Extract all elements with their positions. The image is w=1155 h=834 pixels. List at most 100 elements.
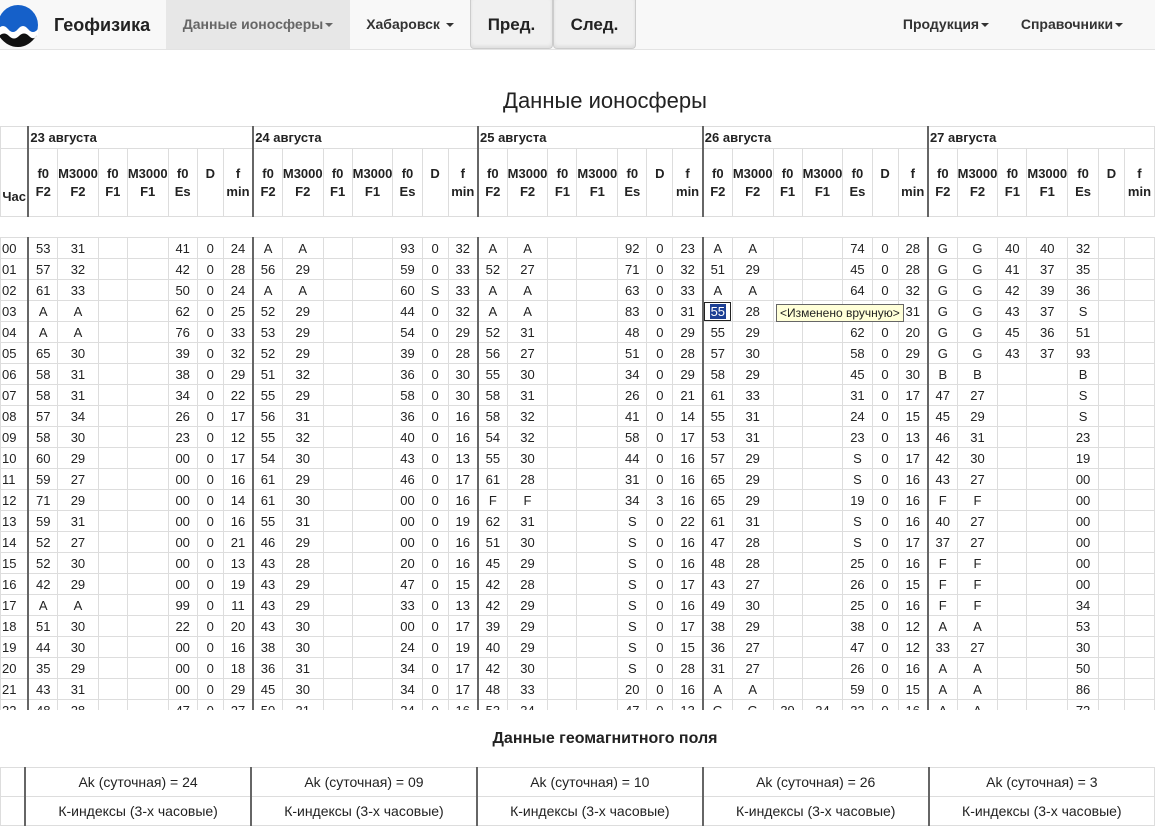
- data-cell[interactable]: [97, 657, 128, 679]
- data-cell[interactable]: A: [956, 657, 999, 679]
- data-cell[interactable]: 0: [196, 510, 224, 532]
- data-cell[interactable]: F: [926, 573, 958, 595]
- data-cell[interactable]: 0: [871, 426, 899, 448]
- data-cell[interactable]: 00: [167, 636, 198, 658]
- data-cell[interactable]: 27: [956, 636, 999, 658]
- data-cell[interactable]: [801, 468, 844, 490]
- data-cell[interactable]: 0: [646, 573, 674, 595]
- data-cell[interactable]: 31: [57, 363, 99, 385]
- data-cell[interactable]: 59: [392, 258, 423, 280]
- data-cell[interactable]: 43: [997, 342, 1028, 364]
- data-cell[interactable]: 32: [897, 279, 929, 301]
- data-cell[interactable]: 0: [646, 657, 674, 679]
- data-cell[interactable]: A: [27, 594, 59, 616]
- data-cell[interactable]: S: [842, 531, 873, 553]
- data-cell[interactable]: A: [476, 279, 508, 301]
- data-cell[interactable]: 29: [731, 489, 774, 511]
- data-cell[interactable]: 0: [871, 363, 899, 385]
- data-cell[interactable]: 34: [617, 363, 648, 385]
- data-cell[interactable]: F: [956, 552, 999, 574]
- data-cell[interactable]: [1123, 531, 1155, 553]
- data-cell[interactable]: 60: [27, 447, 59, 469]
- data-cell[interactable]: 0: [871, 510, 899, 532]
- ionosphere-table-container[interactable]: 23 августа 24 августа 25 августа 26 августа…: [0, 126, 1155, 710]
- data-cell[interactable]: [97, 615, 128, 637]
- data-cell[interactable]: 0: [421, 468, 449, 490]
- data-cell[interactable]: [547, 300, 578, 322]
- data-cell[interactable]: 0: [871, 531, 899, 553]
- data-cell[interactable]: 58: [476, 384, 508, 406]
- data-cell[interactable]: [1123, 552, 1155, 574]
- data-cell[interactable]: [351, 258, 394, 280]
- data-cell[interactable]: [772, 342, 803, 364]
- data-cell[interactable]: [1097, 573, 1125, 595]
- data-cell[interactable]: G: [926, 321, 958, 343]
- data-cell[interactable]: [351, 636, 394, 658]
- data-cell[interactable]: 29: [281, 594, 324, 616]
- data-cell[interactable]: 27: [506, 258, 549, 280]
- data-cell[interactable]: [351, 699, 394, 710]
- data-cell[interactable]: A: [252, 279, 283, 301]
- data-cell[interactable]: [997, 573, 1028, 595]
- data-cell[interactable]: 14: [222, 489, 254, 511]
- data-cell[interactable]: [1123, 468, 1155, 490]
- data-cell[interactable]: 16: [897, 699, 929, 710]
- data-cell[interactable]: 16: [447, 405, 479, 427]
- data-cell[interactable]: 55: [476, 363, 508, 385]
- data-cell[interactable]: A: [252, 237, 283, 259]
- data-cell[interactable]: [1123, 657, 1155, 679]
- data-cell[interactable]: G: [926, 342, 958, 364]
- data-cell[interactable]: 13: [897, 426, 929, 448]
- data-cell[interactable]: F: [926, 594, 958, 616]
- data-cell[interactable]: [1097, 678, 1125, 700]
- data-cell[interactable]: [322, 678, 353, 700]
- data-cell[interactable]: [126, 321, 169, 343]
- data-cell[interactable]: 35: [1067, 258, 1099, 280]
- data-cell[interactable]: 0: [871, 342, 899, 364]
- data-cell[interactable]: 0: [421, 237, 449, 259]
- data-cell[interactable]: [322, 615, 353, 637]
- data-cell[interactable]: 16: [672, 447, 704, 469]
- data-cell[interactable]: 52: [252, 300, 283, 322]
- data-cell[interactable]: 0: [421, 552, 449, 574]
- data-cell[interactable]: 13: [447, 447, 479, 469]
- data-cell[interactable]: 25: [842, 552, 873, 574]
- data-cell[interactable]: S: [617, 510, 648, 532]
- data-cell[interactable]: 43: [252, 615, 283, 637]
- data-cell[interactable]: [126, 363, 169, 385]
- data-cell[interactable]: [801, 552, 844, 574]
- data-cell[interactable]: 30: [281, 447, 324, 469]
- data-cell[interactable]: [576, 300, 619, 322]
- data-cell[interactable]: [1097, 384, 1125, 406]
- data-cell[interactable]: 86: [1067, 678, 1099, 700]
- data-cell[interactable]: 28: [506, 468, 549, 490]
- data-cell[interactable]: [1123, 342, 1155, 364]
- data-cell[interactable]: [351, 447, 394, 469]
- data-cell[interactable]: 46: [926, 426, 958, 448]
- data-cell[interactable]: 44: [392, 300, 423, 322]
- data-cell[interactable]: 0: [421, 615, 449, 637]
- data-cell[interactable]: [801, 636, 844, 658]
- data-cell[interactable]: 31: [506, 510, 549, 532]
- data-cell[interactable]: 29: [731, 447, 774, 469]
- data-cell[interactable]: [1026, 405, 1069, 427]
- data-cell[interactable]: [322, 363, 353, 385]
- data-cell[interactable]: 29: [506, 636, 549, 658]
- data-cell[interactable]: [576, 678, 619, 700]
- data-cell[interactable]: [322, 300, 353, 322]
- data-cell[interactable]: 48: [476, 678, 508, 700]
- data-cell[interactable]: 00: [167, 552, 198, 574]
- data-cell[interactable]: 30: [281, 615, 324, 637]
- data-cell[interactable]: 0: [646, 615, 674, 637]
- data-cell[interactable]: [576, 573, 619, 595]
- data-cell[interactable]: 25: [842, 594, 873, 616]
- data-cell[interactable]: 27: [57, 468, 99, 490]
- data-cell[interactable]: G: [956, 237, 999, 259]
- data-cell[interactable]: [1123, 426, 1155, 448]
- data-cell[interactable]: S: [842, 447, 873, 469]
- data-cell[interactable]: B: [926, 363, 958, 385]
- data-cell[interactable]: [997, 489, 1028, 511]
- data-cell[interactable]: 0: [646, 321, 674, 343]
- data-cell[interactable]: 17: [897, 447, 929, 469]
- data-cell[interactable]: 30: [57, 342, 99, 364]
